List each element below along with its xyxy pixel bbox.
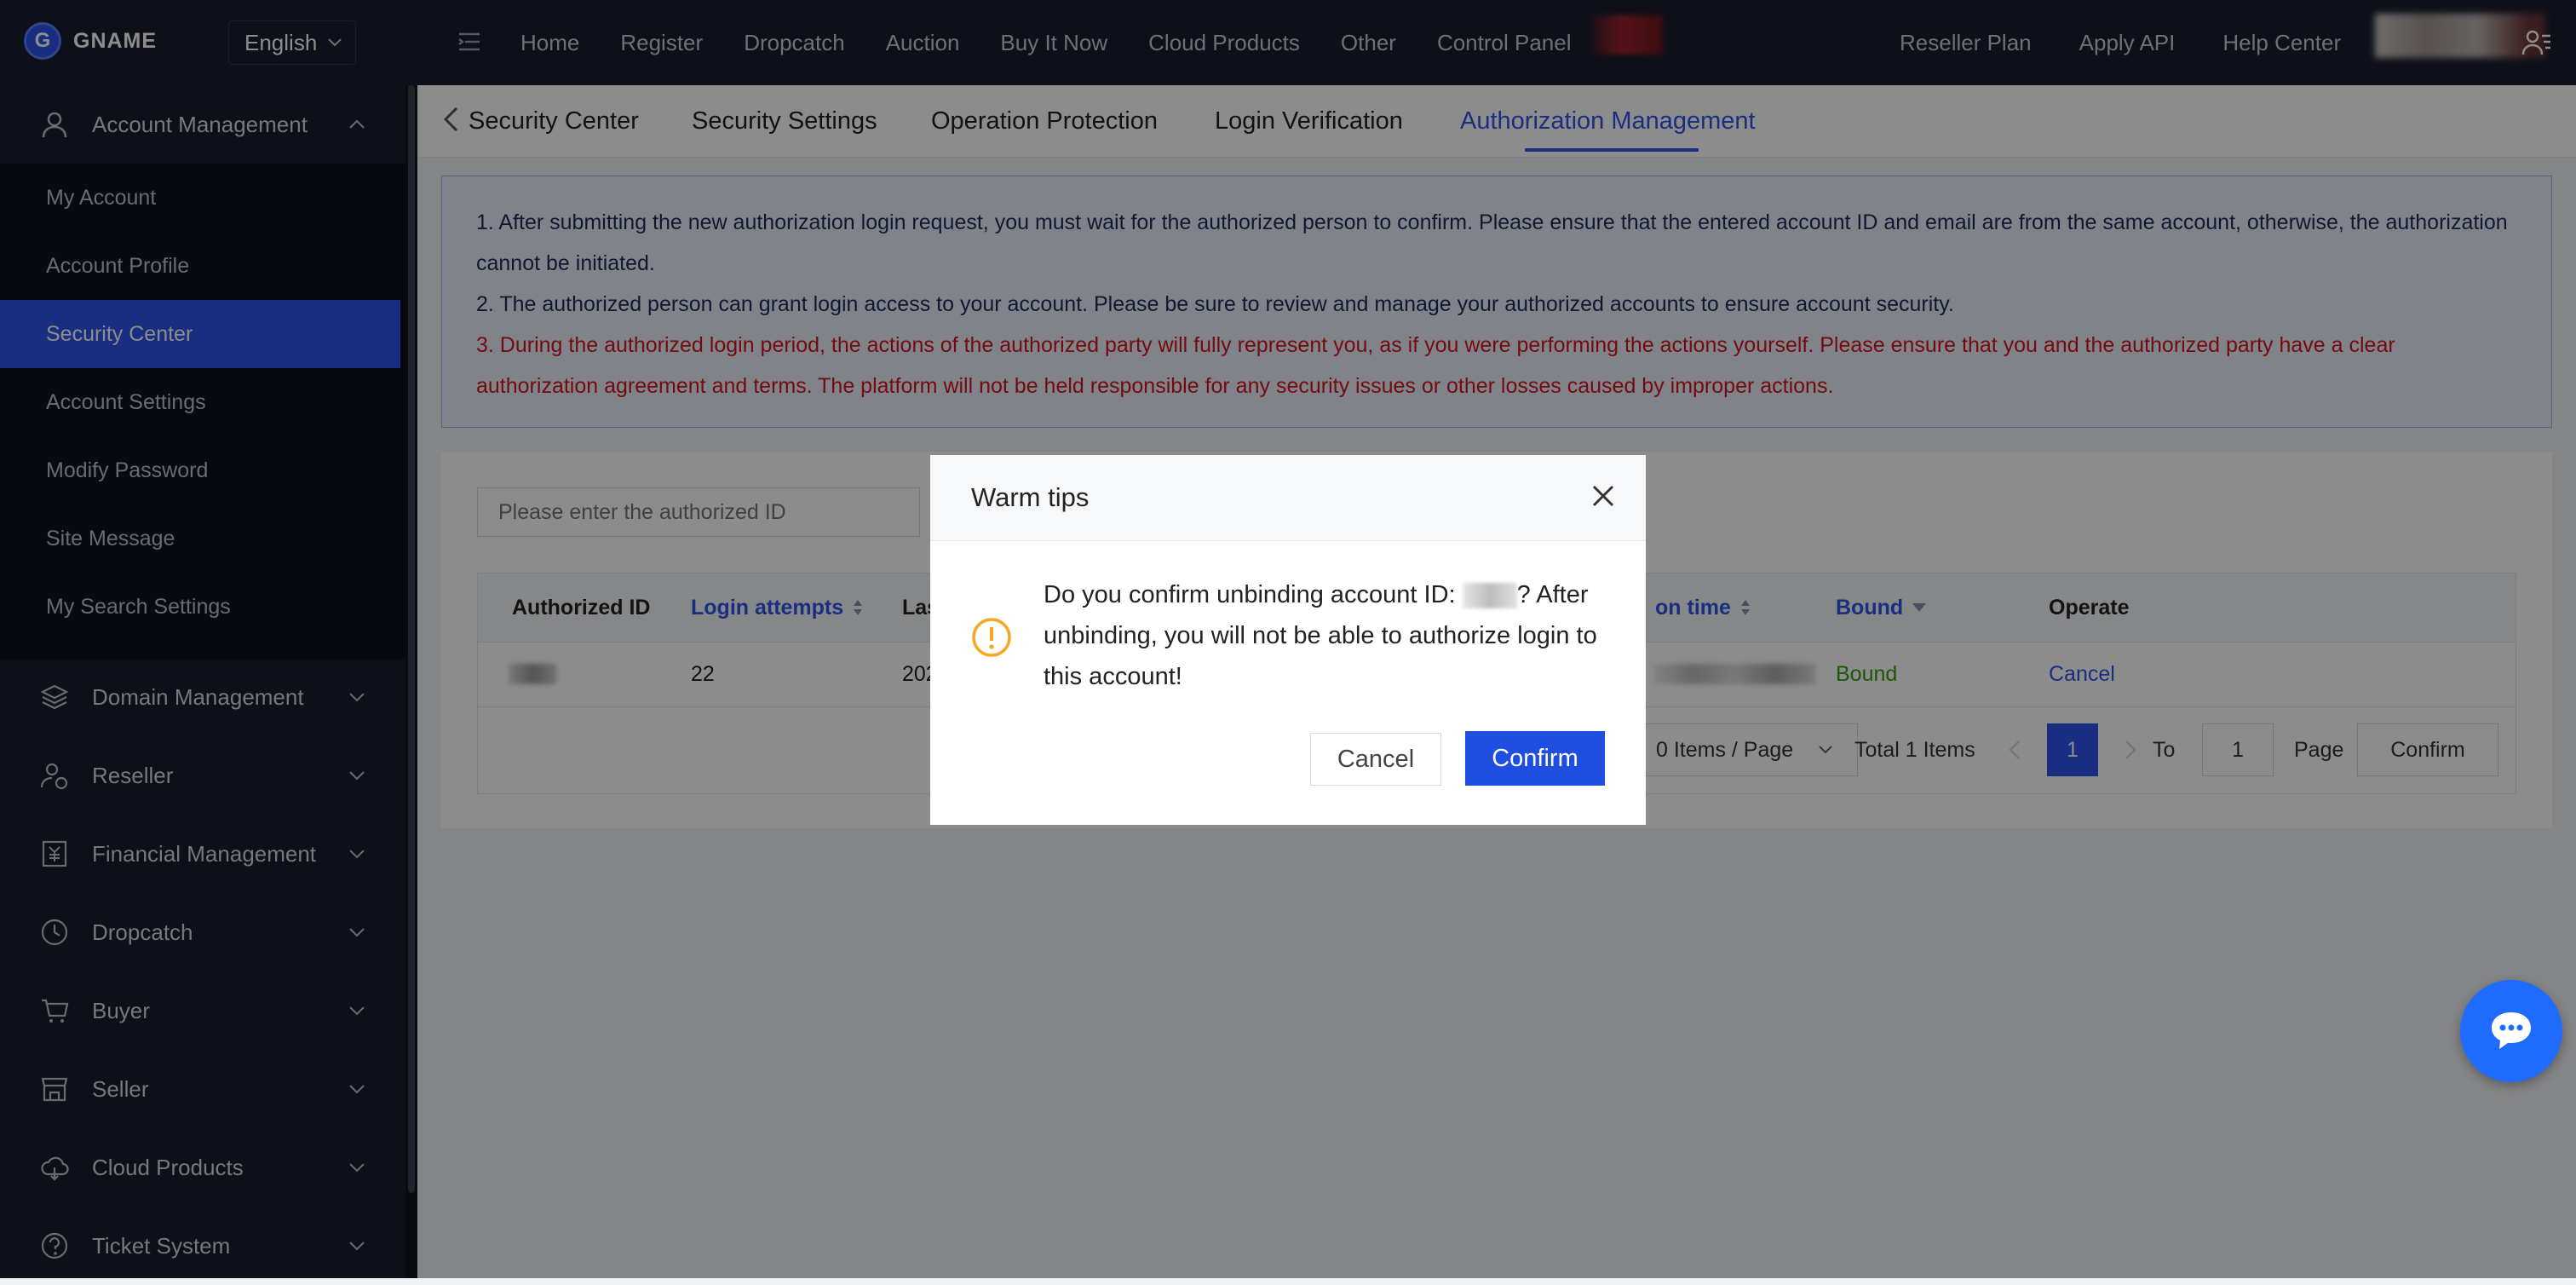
close-icon[interactable]	[1586, 479, 1620, 513]
confirm-button[interactable]: Confirm	[1465, 731, 1605, 786]
dialog-header: Warm tips	[930, 455, 1646, 541]
message-text-before: Do you confirm unbinding account ID:	[1044, 581, 1463, 608]
dialog-message: Do you confirm unbinding account ID: ? A…	[1044, 574, 1631, 697]
cancel-button[interactable]: Cancel	[1310, 733, 1441, 786]
warning-icon	[972, 618, 1011, 657]
dialog-title: Warm tips	[971, 482, 1090, 512]
unbind-confirm-dialog: Warm tips Do you confirm unbinding accou…	[930, 455, 1646, 825]
redacted-account-id	[1462, 583, 1517, 609]
chat-icon	[2492, 1012, 2531, 1049]
chat-support-button[interactable]	[2460, 980, 2562, 1082]
